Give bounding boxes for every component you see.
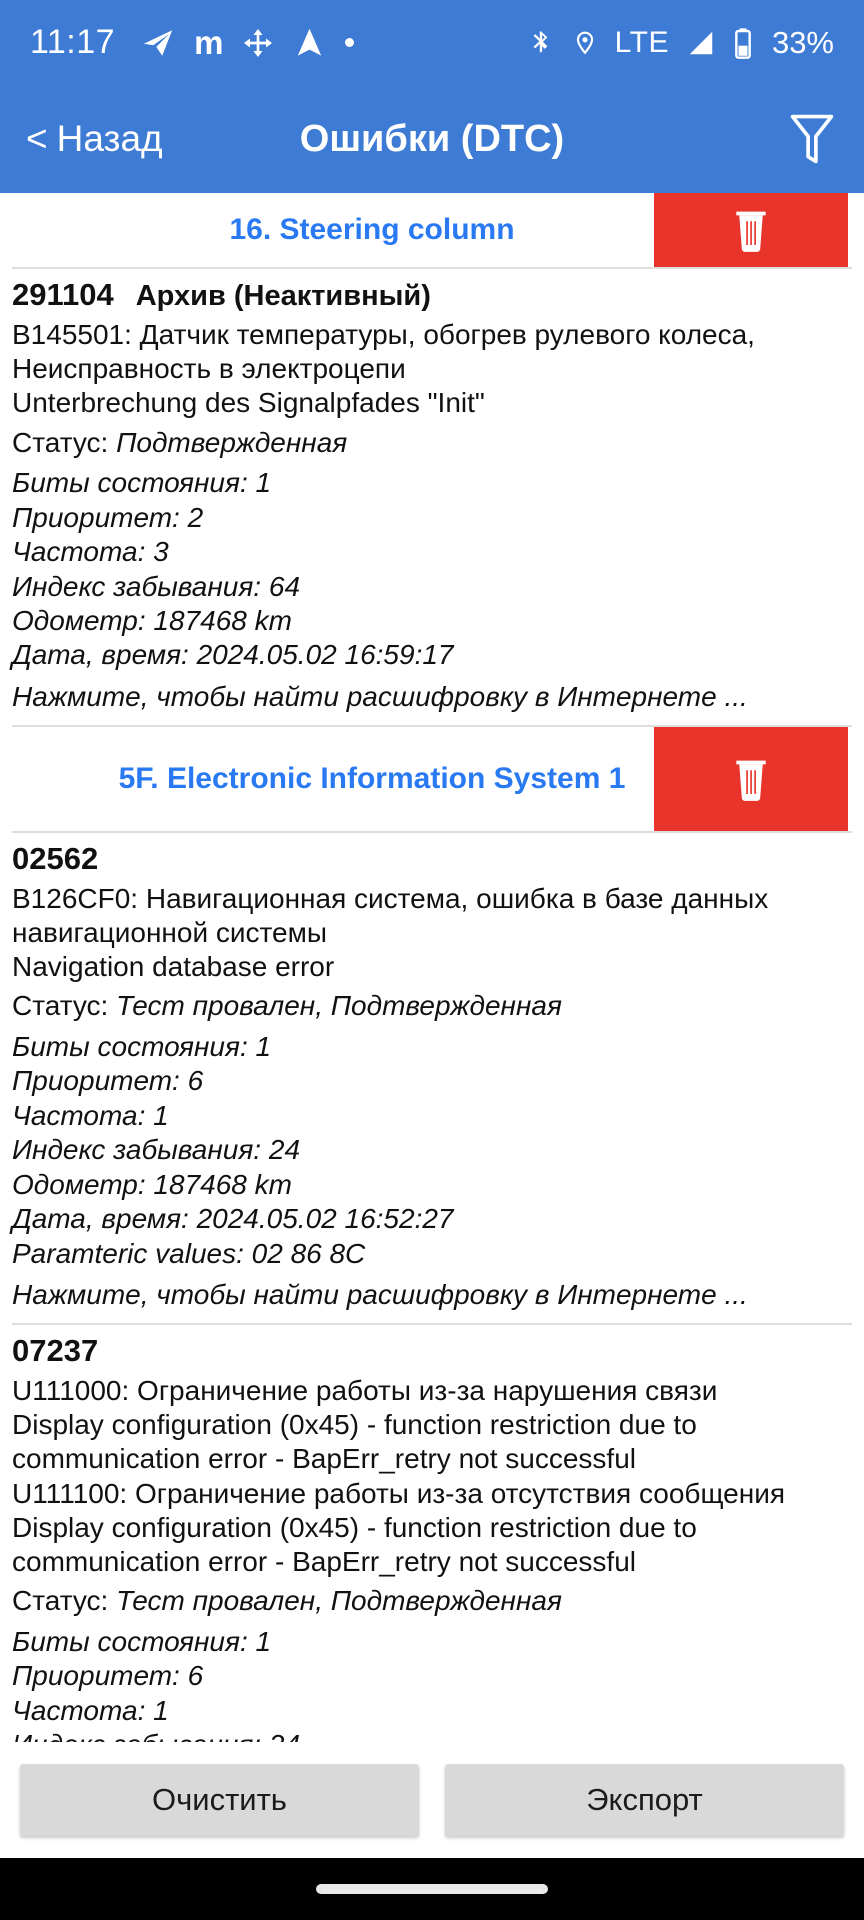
dtc-description-line: Navigation database error: [12, 951, 335, 983]
dtc-detail-line: Биты состояния: 1: [12, 1625, 272, 1657]
dtc-detail-list: Биты состояния: 1 Приоритет: 6 Частота: …: [12, 1625, 852, 1742]
dtc-list[interactable]: 16. Steering column 291104 Архив (Неакти…: [0, 193, 864, 1742]
back-button-label: Назад: [56, 118, 163, 159]
status-bar-system-icons: LTE 33%: [527, 25, 834, 61]
dtc-detail-line: Индекс забывания: 64: [12, 570, 301, 602]
dtc-description-line: Display configuration (0x45) - function …: [12, 1409, 697, 1475]
back-button[interactable]: < Назад: [26, 118, 163, 160]
dtc-detail-line: Биты состояния: 1: [12, 1030, 272, 1062]
dtc-description-line: Unterbrechung des Signalpfades "Init": [12, 387, 485, 419]
dtc-status: Статус: Тест провален, Подтвержденная: [12, 987, 852, 1026]
bottom-action-bar: Очистить Экспорт: [0, 1742, 864, 1858]
bluetooth-icon: [527, 27, 555, 59]
dtc-detail-line: Индекс забывания: 24: [12, 1134, 301, 1166]
dtc-search-hint[interactable]: Нажмите, чтобы найти расшифровку в Интер…: [12, 1277, 852, 1313]
dtc-detail-line: Одометр: 187468 km: [12, 1168, 292, 1200]
dtc-code: 02562: [12, 841, 99, 877]
location-icon: [572, 27, 598, 59]
dtc-status-value: Тест провален, Подтвержденная: [116, 990, 562, 1022]
dtc-detail-list: Биты состояния: 1 Приоритет: 6 Частота: …: [12, 1030, 852, 1271]
dtc-detail-line: Частота: 1: [12, 1694, 169, 1726]
filter-funnel-icon: [786, 111, 838, 167]
dot-icon: [345, 38, 355, 47]
dtc-item[interactable]: 02562 B126CF0: Навигационная система, ош…: [0, 833, 864, 1323]
dtc-detail-line: Биты состояния: 1: [12, 467, 272, 499]
dtc-detail-line: Индекс забывания: 24: [12, 1728, 852, 1742]
dtc-status-label: Статус:: [12, 1585, 109, 1617]
dtc-detail-line: Частота: 3: [12, 536, 169, 568]
m-icon: m: [194, 24, 224, 61]
dtc-archive-label: Архив (Неактивный): [135, 280, 431, 312]
ecu-section-header[interactable]: 5F. Electronic Information System 1: [0, 727, 864, 832]
ecu-title: 5F. Electronic Information System 1: [118, 762, 626, 796]
dtc-code-row: 291104 Архив (Неактивный): [12, 275, 852, 315]
dtc-code: 07237: [12, 1333, 99, 1369]
battery-percent-label: 33%: [771, 24, 834, 60]
battery-icon: [733, 27, 753, 59]
telegram-icon: [141, 26, 175, 60]
dtc-detail-line: Приоритет: 6: [12, 1660, 204, 1692]
dtc-detail-line: Приоритет: 6: [12, 1065, 204, 1097]
dtc-status: Статус: Тест провален, Подтвержденная: [12, 1582, 852, 1621]
clear-button[interactable]: Очистить: [20, 1764, 419, 1836]
dtc-description-line: B145501: Датчик температуры, обогрев рул…: [12, 319, 755, 385]
phone-screen: 11:17 m LTE 33% < Назад Ошибки (DTC) 16.…: [0, 0, 864, 1920]
dtc-status-label: Статус:: [12, 990, 109, 1022]
network-type-label: LTE: [614, 25, 669, 59]
dtc-detail-line: Одометр: 187468 km: [12, 604, 292, 636]
export-button[interactable]: Экспорт: [445, 1764, 844, 1836]
trash-icon: [729, 204, 773, 256]
dtc-status-value: Подтвержденная: [116, 426, 348, 458]
gesture-pill[interactable]: [316, 1884, 548, 1894]
ecu-delete-button[interactable]: [654, 727, 848, 832]
dtc-search-hint[interactable]: Нажмите, чтобы найти расшифровку в Интер…: [12, 679, 852, 715]
status-bar: 11:17 m LTE 33%: [0, 0, 864, 85]
signal-icon: [686, 28, 716, 58]
ecu-title: 16. Steering column: [229, 213, 515, 246]
dtc-code-row: 07237: [12, 1331, 852, 1371]
dtc-detail-line: Дата, время: 2024.05.02 16:52:27: [12, 1203, 454, 1235]
status-bar-notification-icons: m: [141, 24, 355, 61]
dtc-description-line: Display configuration (0x45) - function …: [12, 1511, 697, 1577]
dtc-detail-line: Приоритет: 2: [12, 501, 204, 533]
ecu-delete-button[interactable]: [654, 193, 848, 267]
move-arrows-icon: [242, 27, 274, 59]
dtc-detail-line: Paramteric values: 02 86 8C: [12, 1237, 366, 1269]
dtc-description-line: U111100: Ограничение работы из-за отсутс…: [12, 1477, 786, 1509]
dtc-item[interactable]: 07237 U111000: Ограничение работы из-за …: [0, 1325, 864, 1742]
status-bar-clock: 11:17: [30, 23, 116, 61]
filter-button[interactable]: [786, 111, 838, 167]
app-bar: < Назад Ошибки (DTC): [0, 85, 864, 193]
navigation-icon: [293, 26, 326, 59]
dtc-description-line: U111000: Ограничение работы из-за наруше…: [12, 1375, 718, 1407]
dtc-status-label: Статус:: [12, 426, 109, 458]
ecu-section-header[interactable]: 16. Steering column: [0, 193, 864, 267]
dtc-status: Статус: Подтвержденная: [12, 424, 852, 463]
dtc-code-row: 02562: [12, 839, 852, 879]
back-chevron-icon: <: [26, 118, 48, 159]
system-navigation-bar: [0, 1858, 864, 1920]
dtc-detail-list: Биты состояния: 1 Приоритет: 2 Частота: …: [12, 466, 852, 673]
trash-icon: [729, 753, 773, 805]
dtc-status-value: Тест провален, Подтвержденная: [116, 1585, 562, 1617]
dtc-detail-line: Частота: 1: [12, 1099, 169, 1131]
dtc-detail-line: Дата, время: 2024.05.02 16:59:17: [12, 639, 454, 671]
dtc-code: 291104: [12, 277, 114, 312]
dtc-description-line: B126CF0: Навигационная система, ошибка в…: [12, 882, 769, 949]
dtc-item[interactable]: 291104 Архив (Неактивный) B145501: Датчи…: [0, 269, 864, 725]
